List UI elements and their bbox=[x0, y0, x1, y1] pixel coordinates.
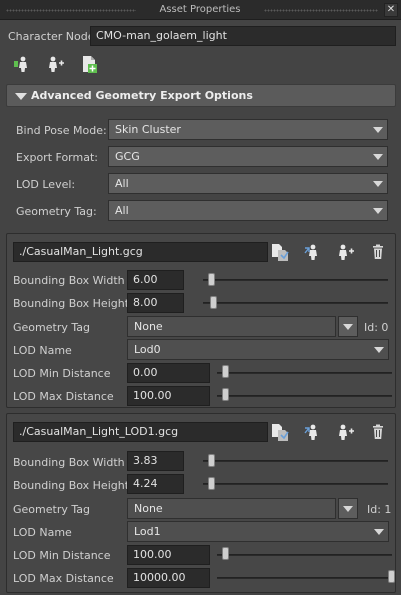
geometry-tag-value: None bbox=[134, 320, 163, 333]
add-character-icon[interactable] bbox=[46, 55, 64, 73]
character-node-label: Character Node bbox=[8, 30, 95, 43]
lod-min-distance-slider-handle[interactable] bbox=[222, 547, 229, 560]
character-node-field[interactable]: CMO-man_golaem_light bbox=[90, 26, 396, 46]
bbox-height-slider-track[interactable] bbox=[203, 483, 388, 485]
lod-max-distance-input[interactable]: 100.00 bbox=[127, 386, 210, 406]
geometry-tag-dropdown-button[interactable] bbox=[338, 498, 358, 519]
lod-file-field[interactable]: ./CasualMan_Light_LOD1.gcg bbox=[13, 422, 268, 442]
lod-max-distance-label: LOD Max Distance bbox=[13, 572, 114, 585]
bbox-height-label: Bounding Box Height bbox=[13, 479, 130, 492]
section-title: Advanced Geometry Export Options bbox=[31, 89, 253, 102]
chevron-down-icon bbox=[343, 324, 353, 330]
window-title: Asset Properties bbox=[159, 4, 241, 15]
lod-name-value: Lod0 bbox=[134, 343, 161, 356]
export-character-icon[interactable] bbox=[304, 243, 322, 261]
close-button[interactable]: ✕ bbox=[384, 3, 398, 17]
title-grip-right bbox=[264, 9, 378, 12]
advanced-geometry-export-section[interactable]: Advanced Geometry Export Options bbox=[6, 84, 396, 107]
lod-name-dropdown[interactable]: Lod0 bbox=[127, 339, 389, 360]
export-character-icon[interactable] bbox=[304, 423, 322, 441]
geometry-tag-label: Geometry Tag bbox=[13, 321, 90, 334]
chevron-down-icon bbox=[373, 127, 383, 133]
character-icon[interactable] bbox=[14, 55, 32, 73]
bbox-width-slider-handle[interactable] bbox=[208, 273, 215, 286]
bbox-height-input[interactable]: 4.24 bbox=[127, 474, 184, 494]
lod-file-field[interactable]: ./CasualMan_Light.gcg bbox=[13, 242, 268, 262]
lod-min-distance-slider-track[interactable] bbox=[217, 372, 392, 374]
bind-pose-mode-value: Skin Cluster bbox=[115, 123, 181, 136]
bbox-width-slider-handle[interactable] bbox=[208, 454, 215, 467]
lod-min-distance-label: LOD Min Distance bbox=[13, 367, 111, 380]
geometry-tag-dropdown[interactable]: All bbox=[108, 200, 388, 221]
geometry-tag-value: All bbox=[115, 204, 129, 217]
bbox-height-label: Bounding Box Height bbox=[13, 297, 130, 310]
bbox-width-input[interactable]: 3.83 bbox=[127, 451, 184, 471]
lod-level-value: All bbox=[115, 177, 129, 190]
bbox-height-slider-track[interactable] bbox=[203, 302, 388, 304]
geometry-tag-combo[interactable]: None bbox=[127, 316, 336, 337]
add-character-icon[interactable] bbox=[336, 243, 354, 261]
lod-max-distance-slider-track[interactable] bbox=[217, 577, 392, 579]
lod-panel: ./CasualMan_Light.gcg Bounding Box Width… bbox=[6, 233, 396, 408]
lod-max-distance-label: LOD Max Distance bbox=[13, 390, 114, 403]
geometry-tag-id: Id: 1 bbox=[367, 503, 392, 516]
lod-min-distance-label: LOD Min Distance bbox=[13, 549, 111, 562]
add-character-icon[interactable] bbox=[336, 423, 354, 441]
lod-min-distance-input[interactable]: 100.00 bbox=[127, 545, 210, 565]
lod-max-distance-slider-handle[interactable] bbox=[222, 388, 229, 401]
expand-triangle-icon bbox=[15, 93, 27, 100]
add-geometry-icon[interactable] bbox=[80, 55, 98, 73]
bbox-width-slider-track[interactable] bbox=[203, 279, 388, 281]
lod-level-label: LOD Level: bbox=[16, 178, 76, 191]
export-format-value: GCG bbox=[115, 150, 140, 163]
bbox-height-slider-handle[interactable] bbox=[209, 296, 217, 309]
bbox-height-input[interactable]: 8.00 bbox=[127, 293, 184, 313]
chevron-down-icon bbox=[373, 154, 383, 160]
chevron-down-icon bbox=[373, 208, 383, 214]
lod-level-dropdown[interactable]: All bbox=[108, 173, 388, 194]
lod-max-distance-input[interactable]: 10000.00 bbox=[127, 568, 210, 588]
bbox-width-label: Bounding Box Width bbox=[13, 456, 125, 469]
bbox-height-slider-handle[interactable] bbox=[208, 477, 215, 490]
lod-min-distance-slider-handle[interactable] bbox=[222, 365, 229, 378]
lod-max-distance-slider-handle[interactable] bbox=[388, 570, 395, 583]
geometry-tag-dropdown-button[interactable] bbox=[338, 316, 358, 337]
title-bar[interactable]: Asset Properties ✕ bbox=[0, 0, 401, 20]
chevron-down-icon bbox=[374, 347, 384, 353]
trash-icon[interactable] bbox=[369, 243, 387, 261]
bbox-width-input[interactable]: 6.00 bbox=[127, 270, 184, 290]
lod-max-distance-slider-track[interactable] bbox=[217, 395, 392, 397]
geometry-tag-label: Geometry Tag bbox=[13, 503, 90, 516]
browse-file-icon[interactable] bbox=[271, 243, 289, 261]
bbox-width-label: Bounding Box Width bbox=[13, 274, 125, 287]
export-format-label: Export Format: bbox=[16, 151, 98, 164]
chevron-down-icon bbox=[374, 529, 384, 535]
lod-name-dropdown[interactable]: Lod1 bbox=[127, 521, 389, 542]
trash-icon[interactable] bbox=[369, 423, 387, 441]
lod-min-distance-slider-track[interactable] bbox=[217, 554, 392, 556]
lod-name-label: LOD Name bbox=[13, 526, 72, 539]
title-grip-left bbox=[6, 9, 136, 12]
geometry-tag-combo[interactable]: None bbox=[127, 498, 336, 519]
geometry-tag-id: Id: 0 bbox=[364, 321, 389, 334]
browse-file-icon[interactable] bbox=[271, 423, 289, 441]
lod-name-label: LOD Name bbox=[13, 344, 72, 357]
close-icon: ✕ bbox=[386, 4, 396, 15]
lod-panel: ./CasualMan_Light_LOD1.gcg Bounding Box … bbox=[6, 413, 396, 593]
bind-pose-mode-dropdown[interactable]: Skin Cluster bbox=[108, 119, 388, 140]
bind-pose-mode-label: Bind Pose Mode: bbox=[16, 124, 107, 137]
export-format-dropdown[interactable]: GCG bbox=[108, 146, 388, 167]
lod-name-value: Lod1 bbox=[134, 525, 161, 538]
chevron-down-icon bbox=[373, 181, 383, 187]
geometry-tag-value: None bbox=[134, 502, 163, 515]
bbox-width-slider-track[interactable] bbox=[203, 460, 388, 462]
geometry-tag-label: Geometry Tag: bbox=[16, 205, 97, 218]
chevron-down-icon bbox=[343, 506, 353, 512]
lod-min-distance-input[interactable]: 0.00 bbox=[127, 363, 210, 383]
